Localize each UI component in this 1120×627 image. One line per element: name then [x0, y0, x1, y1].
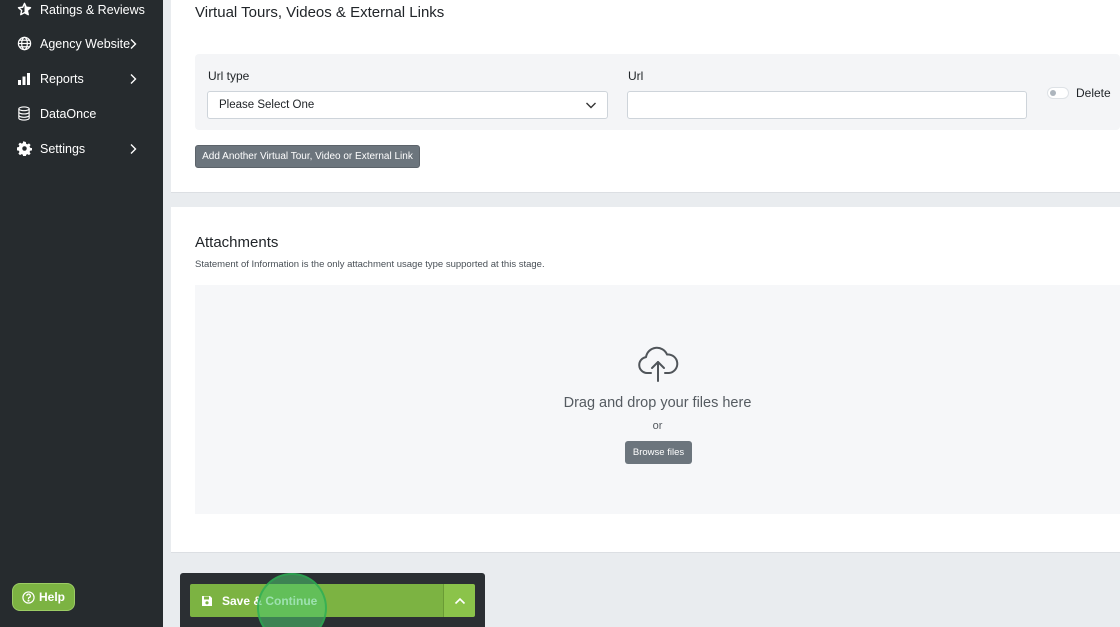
sidebar-item-label: Ratings & Reviews: [40, 2, 145, 17]
floppy-disk-icon: [202, 595, 212, 606]
question-circle-icon: [22, 590, 35, 604]
attachments-note: Statement of Information is the only att…: [195, 259, 545, 270]
sidebar-item-agency-website[interactable]: Agency Website: [0, 26, 163, 61]
star-icon: [16, 2, 32, 18]
links-section-title: Virtual Tours, Videos & External Links: [195, 4, 445, 21]
database-icon: [16, 106, 32, 122]
url-type-label: Url type: [208, 69, 250, 83]
url-row: Url type Please Select One Url Delete: [195, 54, 1120, 130]
attachments-title: Attachments: [195, 234, 279, 251]
action-bar: Save & Continue: [180, 573, 485, 627]
sidebar-item-settings[interactable]: Settings: [0, 131, 163, 166]
save-continue-label: Save & Continue: [222, 593, 318, 608]
sidebar-item-label: Reports: [40, 71, 84, 86]
sidebar: Ratings & Reviews Agency Website Reports…: [0, 0, 163, 627]
url-input[interactable]: [627, 91, 1027, 119]
bar-chart-icon: [16, 71, 32, 87]
add-link-button[interactable]: Add Another Virtual Tour, Video or Exter…: [195, 145, 420, 168]
chevron-right-icon: [130, 38, 137, 49]
help-label: Help: [38, 590, 65, 604]
sidebar-item-dataonce[interactable]: DataOnce: [0, 96, 163, 131]
gear-icon: [16, 141, 32, 157]
sidebar-item-label: Agency Website: [40, 36, 131, 51]
sidebar-item-reports[interactable]: Reports: [0, 61, 163, 96]
chevron-down-icon: [586, 102, 596, 109]
attachments-panel: Attachments Statement of Information is …: [171, 207, 1120, 553]
chevron-right-icon: [130, 143, 137, 154]
sidebar-item-ratings-reviews[interactable]: Ratings & Reviews: [0, 0, 163, 27]
delete-label: Delete: [1076, 86, 1111, 100]
url-label: Url: [628, 69, 644, 83]
cloud-upload-icon: [638, 346, 679, 382]
file-drop-zone[interactable]: Drag and drop your files here or Browse …: [195, 285, 1120, 514]
delete-toggle[interactable]: [1047, 87, 1069, 99]
expand-actions-button[interactable]: [443, 584, 475, 617]
links-panel: Virtual Tours, Videos & External Links U…: [171, 0, 1120, 193]
chevron-up-icon: [454, 597, 465, 604]
chevron-right-icon: [130, 73, 137, 84]
sidebar-item-label: DataOnce: [40, 106, 97, 121]
help-button[interactable]: Help: [12, 583, 75, 611]
drop-text: Drag and drop your files here: [563, 395, 752, 411]
globe-icon: [16, 36, 32, 52]
save-continue-button[interactable]: Save & Continue: [190, 584, 443, 617]
url-type-value: Please Select One: [219, 99, 315, 111]
url-type-select[interactable]: Please Select One: [207, 91, 608, 119]
or-text: or: [652, 420, 663, 432]
browse-files-button[interactable]: Browse files: [625, 441, 692, 464]
sidebar-item-label: Settings: [40, 141, 86, 156]
